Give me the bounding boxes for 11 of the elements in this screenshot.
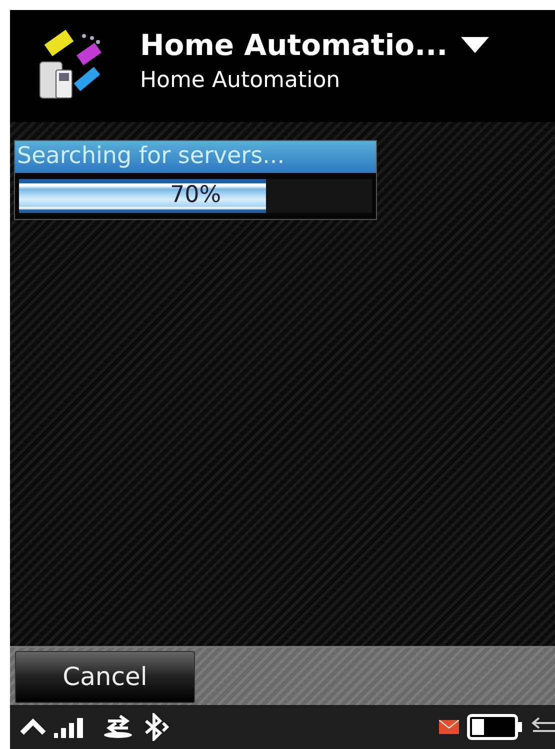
bluetooth-icon	[142, 713, 170, 741]
data-transfer-icon	[102, 715, 134, 739]
progress-label: Searching for servers...	[15, 141, 376, 173]
battery-icon	[467, 714, 523, 740]
app-title: Home Automatio...	[140, 28, 448, 62]
dropdown-caret-icon[interactable]	[460, 35, 490, 55]
progress-percentage: 70%	[168, 182, 222, 208]
app-subtitle: Home Automation	[140, 68, 342, 93]
signal-icon	[54, 716, 84, 738]
message-icon	[439, 720, 459, 734]
cancel-button[interactable]: Cancel	[15, 650, 195, 702]
